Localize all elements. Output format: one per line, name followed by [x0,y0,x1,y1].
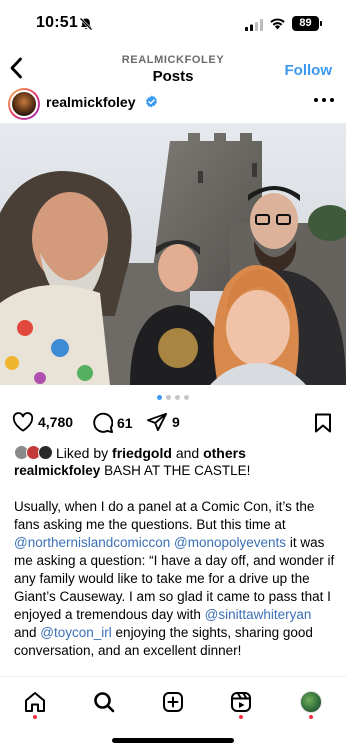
post-actions: 4,780 61 9 [0,412,346,436]
verified-badge-icon [146,95,157,108]
comment-icon [93,412,113,433]
home-icon [25,692,45,712]
profile-avatar [300,691,322,713]
nav-home[interactable] [22,689,48,715]
like-button[interactable]: 4,780 [12,412,73,432]
signal-icon [245,19,263,31]
carousel-indicator [0,395,346,400]
carousel-dot [184,395,189,400]
reels-icon [231,692,251,712]
create-icon [163,692,183,712]
post-caption: realmickfoley BASH AT THE CASTLE! Usuall… [14,462,336,678]
liked-by-user[interactable]: friedgold [112,445,172,461]
follow-button[interactable]: Follow [285,62,333,79]
battery-icon: 89 [292,16,319,31]
nav-search[interactable] [91,689,117,715]
liked-by-row[interactable]: Liked by friedgold and others [14,444,246,462]
notification-dot [309,715,313,719]
mention-link[interactable]: @sinittawhiteryan [205,607,312,622]
more-options-icon[interactable] [314,92,334,108]
caption-text: Usually, when I do a panel at a Comic Co… [14,499,315,532]
post-photo[interactable] [0,123,346,385]
home-indicator[interactable] [112,738,234,743]
carousel-dot [175,395,180,400]
liked-by-prefix: Liked by [56,445,109,461]
page-header: REALMICKFOLEY Posts Follow [0,48,346,90]
mention-link[interactable]: @monopolyevents [174,535,286,550]
caption-headline: BASH AT THE CASTLE! [104,463,251,478]
nav-reels[interactable] [228,689,254,715]
share-button[interactable]: 9 [146,412,180,432]
carousel-dot [157,395,162,400]
status-time: 10:51 [36,14,78,31]
nav-create[interactable] [160,689,186,715]
bookmark-icon[interactable] [314,413,332,433]
notification-dot [239,715,243,719]
mention-link[interactable]: @toycon_irl [40,625,111,640]
liked-by-others[interactable]: others [203,445,246,461]
notification-dot [33,715,37,719]
carousel-dot [166,395,171,400]
avatar [38,445,53,460]
post-photo-illustration [0,123,346,385]
nav-profile[interactable] [298,689,324,715]
bell-slash-icon [79,17,93,31]
caption-text: and [14,625,37,640]
comment-button[interactable]: 61 [92,412,133,433]
liked-by-connector: and [175,445,200,461]
send-icon [147,412,167,432]
wifi-icon [270,18,285,30]
battery-tip [320,21,322,26]
post-header: realmickfoley [0,88,346,122]
status-bar: 10:51 89 [0,0,346,48]
search-icon [94,692,115,713]
likes-count: 4,780 [38,414,74,430]
liked-by-avatars [14,445,56,461]
avatar[interactable] [8,88,40,120]
shares-count: 9 [172,414,180,430]
heart-icon [12,412,34,432]
caption-username[interactable]: realmickfoley [14,463,100,478]
post-username[interactable]: realmickfoley [46,94,136,110]
mention-link[interactable]: @northernislandcomiccon [14,535,170,550]
comments-count: 61 [117,414,133,431]
